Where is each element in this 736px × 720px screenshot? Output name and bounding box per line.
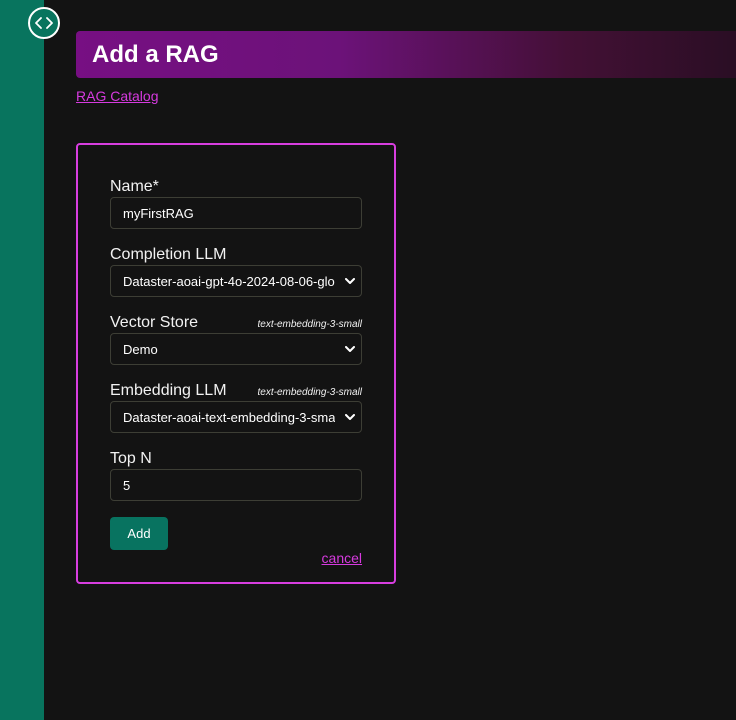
vector-store-model-tag: text-embedding-3-small xyxy=(257,319,363,330)
vector-store-label: Vector Store xyxy=(110,314,199,331)
sidebar-toggle-button[interactable] xyxy=(28,7,60,39)
embedding-llm-select[interactable]: Dataster-aoai-text-embedding-3-sma xyxy=(110,401,362,433)
name-label: Name* xyxy=(110,178,159,195)
page-title: Add a RAG xyxy=(92,40,219,68)
code-brackets-icon xyxy=(35,17,53,29)
cancel-link[interactable]: cancel xyxy=(322,550,362,566)
vector-store-select[interactable]: Demo xyxy=(110,333,362,365)
chevron-down-icon xyxy=(345,278,355,284)
top-n-input[interactable]: 5 xyxy=(110,469,362,501)
chevron-down-icon xyxy=(345,414,355,420)
vector-store-value: Demo xyxy=(123,341,158,357)
completion-llm-select[interactable]: Dataster-aoai-gpt-4o-2024-08-06-glo xyxy=(110,265,362,297)
name-input[interactable]: myFirstRAG xyxy=(110,197,362,229)
completion-llm-value: Dataster-aoai-gpt-4o-2024-08-06-glo xyxy=(123,273,335,289)
completion-llm-label: Completion LLM xyxy=(110,246,227,263)
rag-catalog-link[interactable]: RAG Catalog xyxy=(76,88,158,104)
page-header: Add a RAG xyxy=(76,31,736,78)
add-button[interactable]: Add xyxy=(110,517,168,550)
sidebar xyxy=(0,0,44,720)
add-rag-form: Name* myFirstRAG Completion LLM Dataster… xyxy=(76,143,396,584)
embedding-llm-value: Dataster-aoai-text-embedding-3-sma xyxy=(123,409,336,425)
top-n-label: Top N xyxy=(110,450,152,467)
embedding-llm-model-tag: text-embedding-3-small xyxy=(257,387,363,398)
chevron-down-icon xyxy=(345,346,355,352)
embedding-llm-label: Embedding LLM xyxy=(110,382,227,399)
